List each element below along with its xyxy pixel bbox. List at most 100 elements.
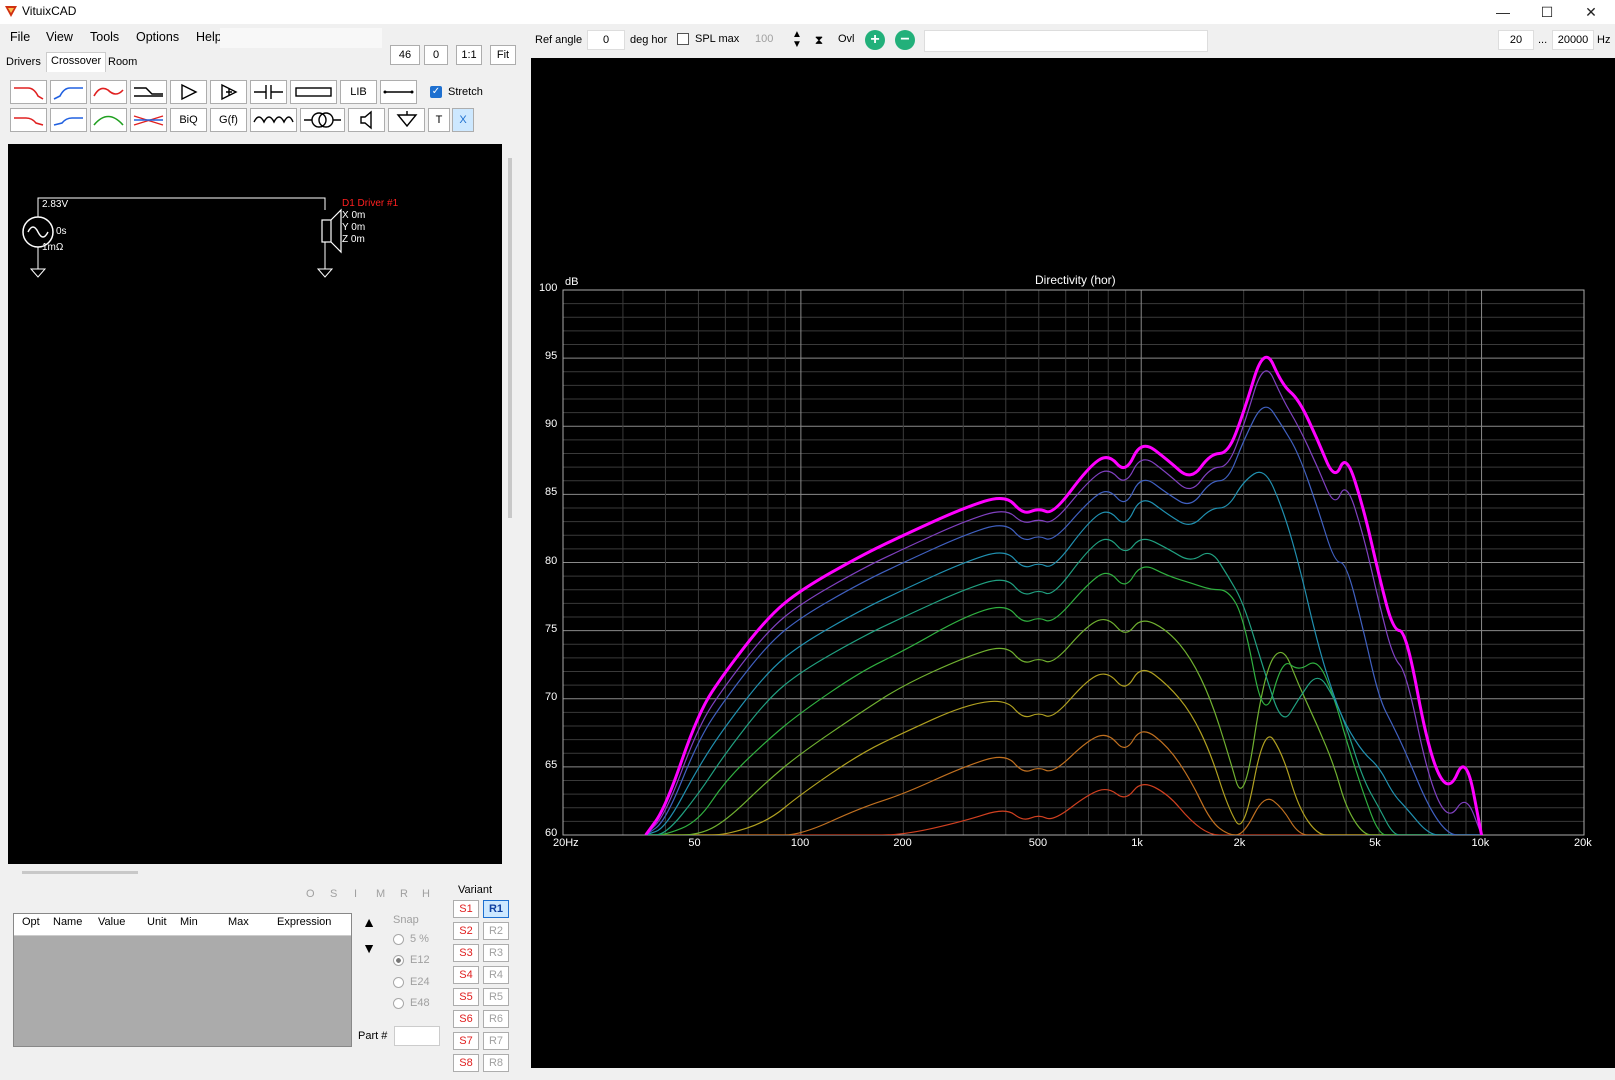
menu-help[interactable]: Help: [196, 30, 222, 44]
col-max[interactable]: Max: [228, 916, 249, 928]
inductor-button[interactable]: [250, 108, 297, 132]
highpass-button[interactable]: [50, 80, 87, 104]
opt-m[interactable]: M: [376, 888, 385, 900]
bandpass2-button[interactable]: [90, 108, 127, 132]
move-up-arrow-icon[interactable]: ▲: [358, 914, 380, 934]
x-tick-label: 50: [688, 837, 701, 849]
fit-button[interactable]: Fit: [490, 45, 516, 65]
variant-s8-button[interactable]: S8: [453, 1054, 479, 1072]
variant-r4-button[interactable]: R4: [483, 966, 509, 984]
variant-r8-button[interactable]: R8: [483, 1054, 509, 1072]
driver-x: X 0m: [342, 210, 366, 221]
ref-angle-input[interactable]: 0: [587, 30, 625, 50]
hourglass-icon[interactable]: ⧗: [810, 30, 828, 50]
capacitor-button[interactable]: [250, 80, 287, 104]
menu-view[interactable]: View: [46, 30, 73, 44]
amplifier-button[interactable]: [210, 80, 247, 104]
variant-r3-button[interactable]: R3: [483, 944, 509, 962]
snap-radio-e48[interactable]: [393, 998, 404, 1009]
part-number-input[interactable]: [394, 1026, 440, 1046]
opt-r[interactable]: R: [400, 888, 408, 900]
ground-button[interactable]: [388, 108, 425, 132]
lowpass-button[interactable]: [10, 80, 47, 104]
schematic-hscrollbar[interactable]: [22, 871, 138, 874]
variant-r5-button[interactable]: R5: [483, 988, 509, 1006]
spl-updown-icon[interactable]: ▲ ▼: [788, 30, 806, 50]
transformer-icon: [304, 112, 341, 128]
directivity-plot[interactable]: Directivity (hor) dB 20Hz 50 100 200 500 1k 2k…: [531, 58, 1615, 1068]
buffer-icon: [181, 83, 198, 101]
ratio-button[interactable]: 1:1: [456, 45, 482, 65]
tab-drivers[interactable]: Drivers: [2, 55, 45, 71]
gain-function-button[interactable]: G(f): [210, 108, 247, 132]
bandpass-button[interactable]: [90, 80, 127, 104]
variant-s2-button[interactable]: S2: [453, 922, 479, 940]
variant-r1-button[interactable]: R1: [483, 900, 509, 918]
add-overlay-icon[interactable]: +: [865, 30, 885, 50]
menu-file[interactable]: File: [10, 30, 30, 44]
variant-s3-button[interactable]: S3: [453, 944, 479, 962]
menu-spacer: [220, 28, 382, 48]
allpass-button[interactable]: [130, 108, 167, 132]
variant-r2-button[interactable]: R2: [483, 922, 509, 940]
menu-tools[interactable]: Tools: [90, 30, 119, 44]
schematic-vscrollbar[interactable]: [508, 158, 512, 518]
variant-s5-button[interactable]: S5: [453, 988, 479, 1006]
offset-value-field[interactable]: 0: [424, 45, 448, 65]
col-unit[interactable]: Unit: [147, 916, 167, 928]
chart-title: Directivity (hor): [1035, 273, 1116, 287]
variant-s1-button[interactable]: S1: [453, 900, 479, 918]
variant-r6-button[interactable]: R6: [483, 1010, 509, 1028]
shelf-button[interactable]: [130, 80, 167, 104]
maximize-button[interactable]: ☐: [1527, 2, 1567, 22]
opt-o[interactable]: O: [306, 888, 315, 900]
parameter-table[interactable]: [13, 913, 352, 1047]
speaker-button[interactable]: [348, 108, 385, 132]
menu-options[interactable]: Options: [136, 30, 179, 44]
variant-s6-button[interactable]: S6: [453, 1010, 479, 1028]
transformer-button[interactable]: [300, 108, 345, 132]
resistor-button[interactable]: [290, 80, 337, 104]
y-tick-label: 90: [545, 418, 558, 431]
col-min[interactable]: Min: [180, 916, 198, 928]
buffer-button[interactable]: [170, 80, 207, 104]
move-down-arrow-icon[interactable]: ▼: [358, 940, 380, 960]
x-tick-label: 1k: [1131, 837, 1143, 849]
zoom-value-field[interactable]: 46: [390, 45, 420, 65]
freq-max-input[interactable]: 20000: [1552, 30, 1594, 50]
lowpass2-button[interactable]: [10, 108, 47, 132]
library-button[interactable]: LIB: [340, 80, 377, 104]
col-value[interactable]: Value: [98, 916, 125, 928]
spl-max-checkbox[interactable]: [677, 33, 689, 45]
freq-min-input[interactable]: 20: [1498, 30, 1534, 50]
snap-radio-e24[interactable]: [393, 977, 404, 988]
snap-radio-5pct[interactable]: [393, 934, 404, 945]
col-expression[interactable]: Expression: [277, 916, 331, 928]
snap-radio-e12[interactable]: [393, 955, 404, 966]
spl-max-value[interactable]: 100: [755, 33, 773, 45]
close-button[interactable]: ✕: [1571, 2, 1611, 22]
highpass2-button[interactable]: [50, 108, 87, 132]
tab-room[interactable]: Room: [104, 55, 141, 71]
driver-name[interactable]: D1 Driver #1: [342, 198, 398, 209]
tab-crossover[interactable]: Crossover: [46, 52, 107, 72]
col-name[interactable]: Name: [53, 916, 82, 928]
wire-button[interactable]: [380, 80, 417, 104]
col-opt[interactable]: Opt: [22, 916, 40, 928]
biquad-button[interactable]: BiQ: [170, 108, 207, 132]
stretch-checkbox[interactable]: ✓: [430, 86, 442, 98]
variant-r7-button[interactable]: R7: [483, 1032, 509, 1050]
remove-overlay-icon[interactable]: −: [895, 30, 915, 50]
delete-button[interactable]: X: [452, 108, 474, 132]
opt-h[interactable]: H: [422, 888, 430, 900]
opt-s[interactable]: S: [330, 888, 337, 900]
text-button[interactable]: T: [428, 108, 450, 132]
variant-s4-button[interactable]: S4: [453, 966, 479, 984]
variant-s7-button[interactable]: S7: [453, 1032, 479, 1050]
overlay-field[interactable]: [924, 30, 1208, 52]
opt-i[interactable]: I: [354, 888, 357, 900]
schematic-drawing: [22, 197, 342, 278]
y-tick-label: 60: [545, 827, 558, 839]
schematic-canvas[interactable]: 2.83V 0s 1mΩ D1 Driver #1 X 0m Y 0m Z 0m: [8, 144, 502, 864]
minimize-button[interactable]: —: [1483, 2, 1523, 22]
